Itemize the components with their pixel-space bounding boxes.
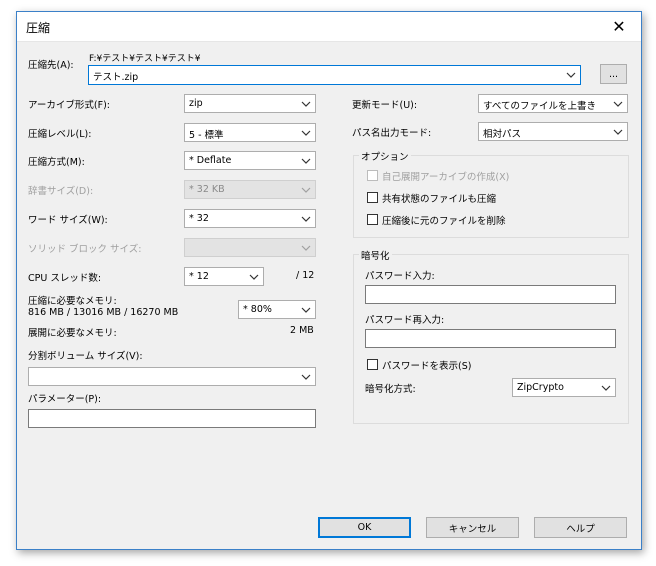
decompress-memory-value: 2 MB — [290, 325, 314, 336]
close-button[interactable]: ✕ — [597, 12, 641, 41]
encryption-method-label: 暗号化方式: — [365, 384, 416, 395]
compression-level-label: 圧縮レベル(L): — [28, 129, 92, 140]
password-input[interactable] — [365, 285, 616, 304]
chevron-down-icon — [301, 215, 311, 223]
compress-memory-detail: 816 MB / 13016 MB / 16270 MB — [28, 307, 179, 318]
window-title: 圧縮 — [26, 21, 51, 35]
close-icon: ✕ — [612, 17, 626, 36]
sfx-checkbox[interactable] — [367, 170, 378, 181]
cancel-button[interactable]: キャンセル — [426, 517, 519, 538]
memory-usage-select[interactable]: * 80% — [238, 300, 316, 319]
encryption-group-title: 暗号化 — [359, 248, 392, 262]
path-mode-label: パス名出力モード: — [352, 128, 432, 139]
word-size-select[interactable]: * 32 — [184, 209, 316, 228]
path-mode-select[interactable]: 相対パス — [478, 122, 628, 141]
cancel-button-label: キャンセル — [448, 523, 497, 535]
path-mode-value: 相対パス — [483, 129, 522, 140]
chevron-down-icon — [301, 186, 311, 194]
dictionary-size-label: 辞書サイズ(D): — [28, 186, 94, 197]
chevron-down-icon — [301, 157, 311, 165]
destination-combobox[interactable]: テスト.zip — [88, 65, 581, 85]
memory-usage-value: * 80% — [243, 304, 272, 315]
cpu-threads-label: CPU スレッド数: — [28, 273, 102, 284]
compression-level-select[interactable]: 5 - 標準 — [184, 123, 316, 142]
chevron-down-icon — [613, 128, 623, 136]
compression-method-select[interactable]: * Deflate — [184, 151, 316, 170]
decompress-memory-label: 展開に必要なメモリ: — [28, 328, 117, 339]
compress-dialog: 圧縮 ✕ 圧縮先(A): F:¥テスト¥テスト¥テスト¥ テスト.zip ...… — [16, 11, 642, 550]
compress-memory-label: 圧縮に必要なメモリ: — [28, 296, 117, 307]
shared-files-checkbox-label: 共有状態のファイルも圧縮 — [382, 194, 497, 205]
encryption-method-select[interactable]: ZipCrypto — [512, 378, 616, 397]
reenter-password-input[interactable] — [365, 329, 616, 348]
update-mode-label: 更新モード(U): — [352, 100, 418, 111]
parameters-label: パラメーター(P): — [28, 394, 102, 405]
chevron-down-icon — [613, 100, 623, 108]
update-mode-value: すべてのファイルを上書き — [483, 101, 596, 112]
chevron-down-icon — [301, 373, 311, 381]
encryption-method-value: ZipCrypto — [517, 382, 564, 393]
archive-format-label: アーカイブ形式(F): — [28, 100, 111, 111]
parameters-input[interactable] — [28, 409, 316, 428]
chevron-down-icon — [249, 273, 259, 281]
ok-button-label: OK — [357, 522, 372, 533]
destination-path-text: F:¥テスト¥テスト¥テスト¥ — [89, 54, 201, 64]
chevron-down-icon — [301, 100, 311, 108]
word-size-value: * 32 — [189, 213, 209, 224]
chevron-down-icon — [301, 244, 311, 252]
destination-value: テスト.zip — [93, 72, 139, 83]
word-size-label: ワード サイズ(W): — [28, 215, 108, 226]
show-password-checkbox-label: パスワードを表示(S) — [382, 361, 472, 372]
compression-method-label: 圧縮方式(M): — [28, 157, 85, 168]
password-label: パスワード入力: — [365, 271, 435, 282]
update-mode-select[interactable]: すべてのファイルを上書き — [478, 94, 628, 113]
dictionary-size-select[interactable]: * 32 KB — [184, 180, 316, 199]
chevron-down-icon — [301, 306, 311, 314]
delete-after-checkbox[interactable] — [367, 214, 378, 225]
chevron-down-icon — [301, 129, 311, 137]
sfx-checkbox-label: 自己展開アーカイブの作成(X) — [382, 172, 510, 183]
cpu-threads-value: * 12 — [189, 271, 209, 282]
shared-files-checkbox[interactable] — [367, 192, 378, 203]
ok-button[interactable]: OK — [318, 517, 411, 538]
destination-label: 圧縮先(A): — [28, 60, 74, 71]
cpu-threads-select[interactable]: * 12 — [184, 267, 264, 286]
chevron-down-icon — [601, 384, 611, 392]
options-group-title: オプション — [359, 149, 411, 163]
delete-after-checkbox-label: 圧縮後に元のファイルを削除 — [382, 216, 506, 227]
help-button-label: ヘルプ — [566, 523, 595, 535]
dictionary-size-value: * 32 KB — [189, 184, 225, 195]
archive-format-value: zip — [189, 98, 203, 109]
chevron-down-icon[interactable] — [566, 71, 576, 79]
archive-format-select[interactable]: zip — [184, 94, 316, 113]
split-volume-combobox[interactable] — [28, 367, 316, 386]
title-bar: 圧縮 ✕ — [17, 12, 641, 42]
browse-button[interactable]: ... — [600, 64, 627, 84]
compression-method-value: * Deflate — [189, 155, 232, 166]
help-button[interactable]: ヘルプ — [534, 517, 627, 538]
split-volume-label: 分割ボリューム サイズ(V): — [28, 351, 143, 362]
cpu-threads-max: / 12 — [296, 270, 315, 281]
browse-button-label: ... — [608, 68, 619, 80]
solid-block-size-select[interactable] — [184, 238, 316, 257]
compression-level-value: 5 - 標準 — [189, 130, 224, 141]
show-password-checkbox[interactable] — [367, 359, 378, 370]
solid-block-size-label: ソリッド ブロック サイズ: — [28, 244, 142, 255]
reenter-password-label: パスワード再入力: — [365, 315, 445, 326]
